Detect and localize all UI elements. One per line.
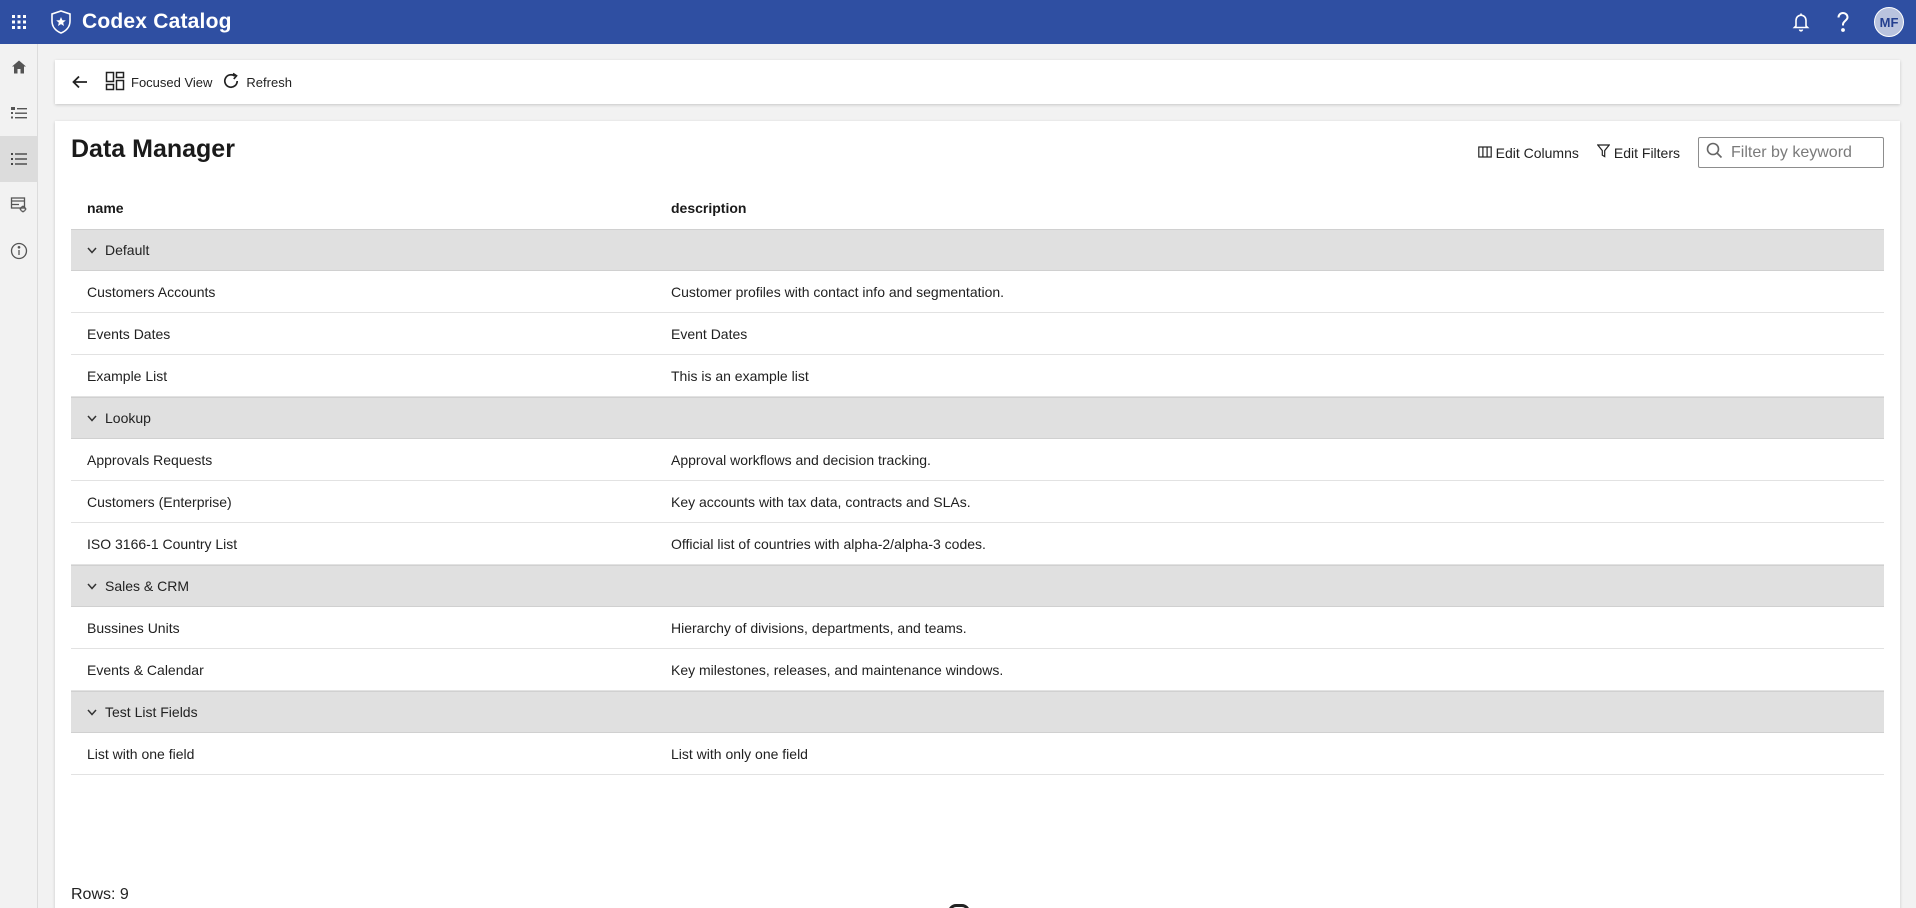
row-description: List with only one field <box>671 745 808 762</box>
columns-icon <box>1477 145 1492 161</box>
edit-columns-label: Edit Columns <box>1495 144 1579 161</box>
group-label: Sales & CRM <box>105 578 190 594</box>
chevron-down-icon <box>85 243 99 257</box>
row-description: Approval workflows and decision tracking… <box>671 451 931 468</box>
group-row-test-list-fields[interactable]: Test List Fields <box>71 691 1884 733</box>
table-header: name description <box>71 187 1884 229</box>
chevron-down-icon <box>85 579 99 593</box>
row-description: This is an example list <box>671 367 809 384</box>
group-row-lookup[interactable]: Lookup <box>71 397 1884 439</box>
keyword-filter[interactable] <box>1698 137 1884 168</box>
group-label: Default <box>105 242 150 258</box>
rows-count: Rows: 9 <box>71 886 129 903</box>
table-row[interactable]: ISO 3166-1 Country List Official list of… <box>71 523 1884 565</box>
table-row[interactable]: Events & Calendar Key milestones, releas… <box>71 649 1884 691</box>
data-list-icon[interactable] <box>0 136 38 182</box>
column-header-description[interactable]: description <box>671 200 746 216</box>
edit-filters-label: Edit Filters <box>1613 144 1680 161</box>
table-row[interactable]: Customers (Enterprise) Key accounts with… <box>71 481 1884 523</box>
table-actions: Edit Columns Edit Filters <box>1477 137 1884 168</box>
table-row[interactable]: List with one field List with only one f… <box>71 733 1884 775</box>
home-icon[interactable] <box>0 44 38 90</box>
help-icon[interactable] <box>1832 11 1854 33</box>
left-rail <box>0 44 38 908</box>
group-label: Test List Fields <box>105 704 198 720</box>
row-name: Events & Calendar <box>87 661 204 678</box>
row-name: Approvals Requests <box>87 451 213 468</box>
info-icon[interactable] <box>0 228 38 274</box>
group-row-default[interactable]: Default <box>71 229 1884 271</box>
focused-view-button[interactable]: Focused View <box>105 71 212 94</box>
dashboard-icon <box>105 71 125 94</box>
app-name[interactable]: Codex Catalog <box>82 10 232 34</box>
focused-view-label: Focused View <box>131 74 213 90</box>
search-icon <box>1706 142 1723 164</box>
group-row-sales-crm[interactable]: Sales & CRM <box>71 565 1884 607</box>
row-name: List with one field <box>87 745 195 762</box>
row-name: Customers (Enterprise) <box>87 493 232 510</box>
row-description: Hierarchy of divisions, departments, and… <box>671 619 967 636</box>
data-table: name description Default Customers Accou… <box>71 187 1884 775</box>
app-header: Codex Catalog MF <box>0 0 1916 44</box>
chevron-down-icon <box>85 705 99 719</box>
table-settings-icon[interactable] <box>0 182 38 228</box>
loading-spinner-icon <box>948 904 970 908</box>
table-row[interactable]: Example List This is an example list <box>71 355 1884 397</box>
group-label: Lookup <box>105 410 151 426</box>
table-row[interactable]: Approvals Requests Approval workflows an… <box>71 439 1884 481</box>
row-description: Official list of countries with alpha-2/… <box>671 535 986 552</box>
row-description: Key milestones, releases, and maintenanc… <box>671 661 1004 678</box>
refresh-label: Refresh <box>246 74 292 90</box>
row-description: Customer profiles with contact info and … <box>671 283 1005 300</box>
edit-columns-button[interactable]: Edit Columns <box>1477 144 1579 161</box>
row-name: Example List <box>87 367 168 384</box>
avatar[interactable]: MF <box>1874 7 1904 37</box>
row-description: Event Dates <box>671 325 748 342</box>
toolbar: Focused View Refresh <box>55 60 1900 104</box>
row-name: ISO 3166-1 Country List <box>87 535 238 552</box>
table-row[interactable]: Customers Accounts Customer profiles wit… <box>71 271 1884 313</box>
data-manager-panel: Data Manager Edit Columns Edit Filters F… <box>55 121 1900 908</box>
edit-filters-button[interactable]: Edit Filters <box>1596 144 1680 161</box>
chevron-down-icon <box>85 411 99 425</box>
refresh-icon <box>222 72 240 93</box>
list-view-icon[interactable] <box>0 90 38 136</box>
row-name: Events Dates <box>87 325 171 342</box>
refresh-button[interactable]: Refresh <box>222 72 292 93</box>
filter-icon <box>1596 144 1611 161</box>
bell-icon[interactable] <box>1790 11 1812 33</box>
row-name: Bussines Units <box>87 619 180 636</box>
table-row[interactable]: Bussines Units Hierarchy of divisions, d… <box>71 607 1884 649</box>
table-row[interactable]: Events Dates Event Dates <box>71 313 1884 355</box>
search-input[interactable] <box>1731 143 1881 162</box>
row-description: Key accounts with tax data, contracts an… <box>671 493 971 510</box>
column-header-name[interactable]: name <box>71 200 671 216</box>
shield-logo-icon <box>48 9 74 35</box>
row-name: Customers Accounts <box>87 283 216 300</box>
arrow-left-icon[interactable] <box>65 67 95 97</box>
page-title: Data Manager <box>71 135 235 163</box>
apps-grid-icon[interactable] <box>0 0 38 44</box>
